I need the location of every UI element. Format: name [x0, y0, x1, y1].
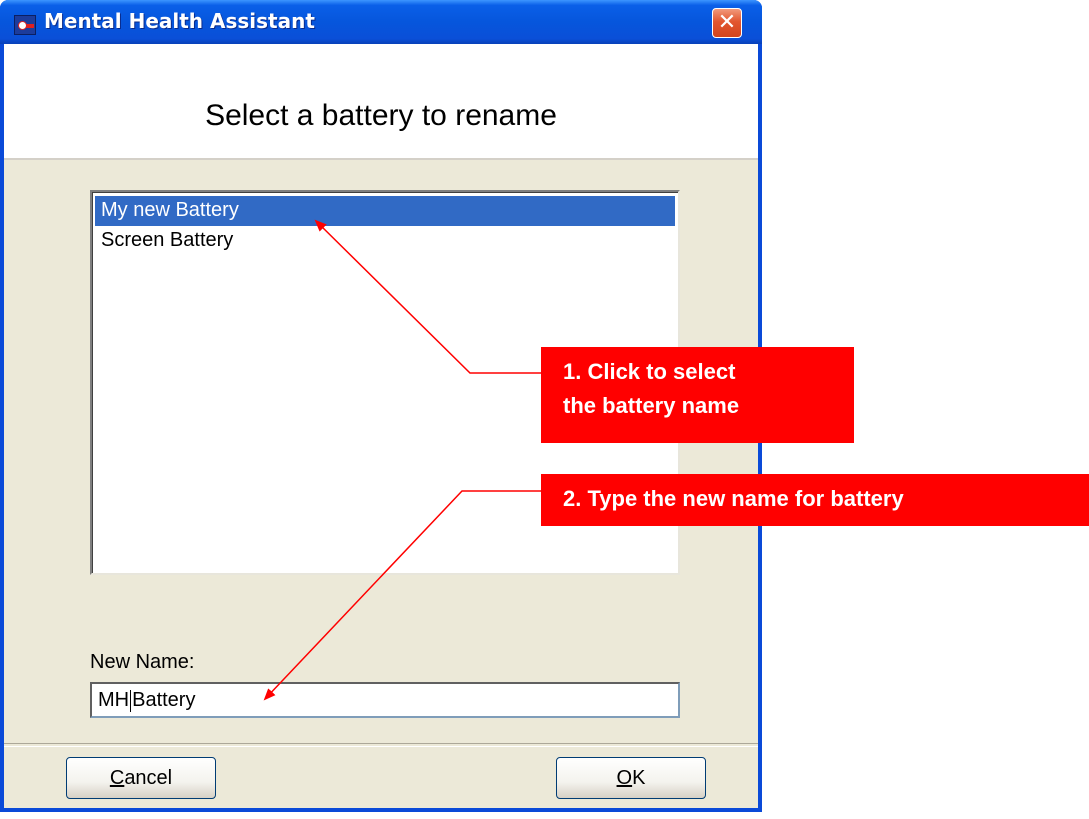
annotation-step1-line1: 1. Click to select [563, 359, 736, 384]
window-title: Mental Health Assistant [44, 9, 315, 33]
cancel-label-rest: ancel [124, 767, 173, 789]
ok-label-rest: K [632, 767, 646, 789]
annotation-step2: 2. Type the new name for battery [541, 474, 1089, 526]
title-bar[interactable]: Mental Health Assistant ✕ [0, 0, 762, 44]
annotation-step1: 1. Click to select the battery name [541, 347, 854, 443]
app-icon [14, 15, 36, 35]
annotation-step1-line2: the battery name [563, 393, 740, 418]
new-name-text-after-caret: Battery [132, 689, 196, 711]
page-title: Select a battery to rename [205, 99, 557, 132]
list-item-screen-battery[interactable]: Screen Battery [95, 226, 675, 256]
close-button[interactable]: ✕ [712, 8, 742, 38]
cancel-button[interactable]: Cancel [66, 757, 216, 799]
new-name-text-before-caret: MH [98, 689, 130, 711]
footer-divider [4, 743, 758, 747]
header-divider [4, 158, 758, 160]
ok-access-key: O [616, 767, 633, 789]
text-caret [130, 689, 132, 712]
cancel-access-key: C [109, 767, 125, 789]
new-name-label: New Name: [90, 651, 195, 673]
header-area: Select a battery to rename [4, 44, 758, 158]
list-item-my-new-battery[interactable]: My new Battery [95, 196, 675, 226]
new-name-input[interactable]: MH Battery [90, 682, 680, 718]
ok-button[interactable]: OK [556, 757, 706, 799]
